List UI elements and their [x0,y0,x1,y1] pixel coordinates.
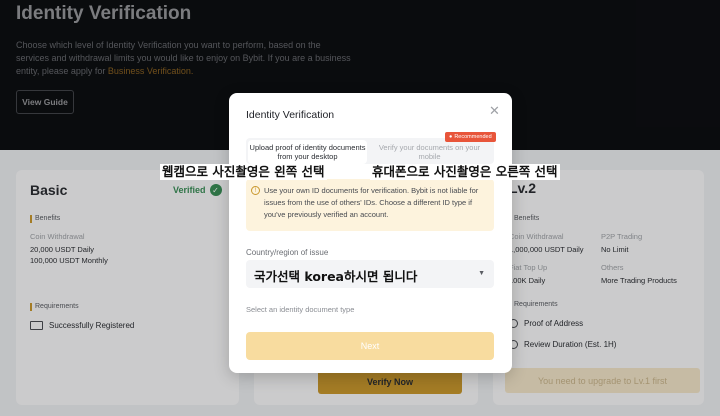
others-value: More Trading Products [601,276,677,285]
recommended-badge: ● Recommended [445,132,496,142]
others-label: Others [601,263,624,272]
info-icon: ! [251,186,260,195]
coin-withdrawal-label: Coin Withdrawal [30,232,85,241]
benefits-label: Benefits [30,215,60,223]
close-icon[interactable]: ✕ [489,103,500,119]
verified-label: Verified [173,185,206,195]
p2p-trading-value: No Limit [601,245,629,254]
daily-limit: 20,000 USDT Daily [30,245,95,254]
tab-mobile-verify[interactable]: Verify your documents on your mobile [370,140,489,164]
info-notice: ! Use your own ID documents for verifica… [246,179,494,231]
country-select[interactable]: 국가선택 korea하시면 됩니다 ▼ [246,260,494,288]
basic-level-card: Basic Verified ✓ Benefits Coin Withdrawa… [16,170,239,405]
tab-desktop-upload[interactable]: Upload proof of identity documents from … [248,140,367,164]
requirement-row: Successfully Registered [30,321,134,330]
next-button[interactable]: Next [246,332,494,360]
requirements-label: Requirements [509,301,558,309]
requirement-text: Review Duration (Est. 1H) [524,340,617,349]
country-label: Country/region of issue [246,248,329,257]
identity-verification-modal: Identity Verification ✕ Upload proof of … [229,93,512,373]
info-text: Use your own ID documents for verificati… [264,186,479,219]
upgrade-required-button[interactable]: You need to upgrade to Lv.1 first [505,368,700,393]
fiat-topup-label: Fiat Top Up [509,263,548,272]
envelope-icon [30,321,43,330]
coin-withdrawal-label: Coin Withdrawal [509,232,564,241]
requirements-label: Requirements [30,303,79,311]
annotation-right: 휴대폰으로 사진촬영은 오른쪽 선택 [370,164,560,180]
requirement-row: Proof of Address [509,319,583,328]
thumb-icon: ● [449,134,453,140]
modal-title: Identity Verification [246,109,335,121]
caret-down-icon: ▼ [478,270,485,277]
verified-status: Verified ✓ [173,184,222,196]
basic-level-title: Basic [30,182,68,198]
requirement-text: Proof of Address [524,319,584,328]
requirement-text: Successfully Registered [49,321,135,330]
benefits-label: Benefits [509,215,539,223]
p2p-trading-label: P2P Trading [601,232,643,241]
requirement-row: Review Duration (Est. 1H) [509,340,616,349]
fiat-topup-value: 100K Daily [509,276,546,285]
annotation-left: 웹캠으로 사진촬영은 왼쪽 선택 [160,164,327,180]
monthly-limit: 100,000 USDT Monthly [30,256,108,265]
check-circle-icon: ✓ [209,184,222,196]
lv2-level-title: Lv.2 [509,180,536,196]
withdrawal-value: 1,000,000 USDT Daily [509,245,584,254]
lv2-level-card: Lv.2 Benefits Coin Withdrawal 1,000,000 … [493,170,704,405]
document-type-label: Select an identity document type [246,305,355,314]
verify-now-button[interactable]: Verify Now [318,370,462,394]
select-country-annotation: 국가선택 korea하시면 됩니다 [254,269,418,284]
